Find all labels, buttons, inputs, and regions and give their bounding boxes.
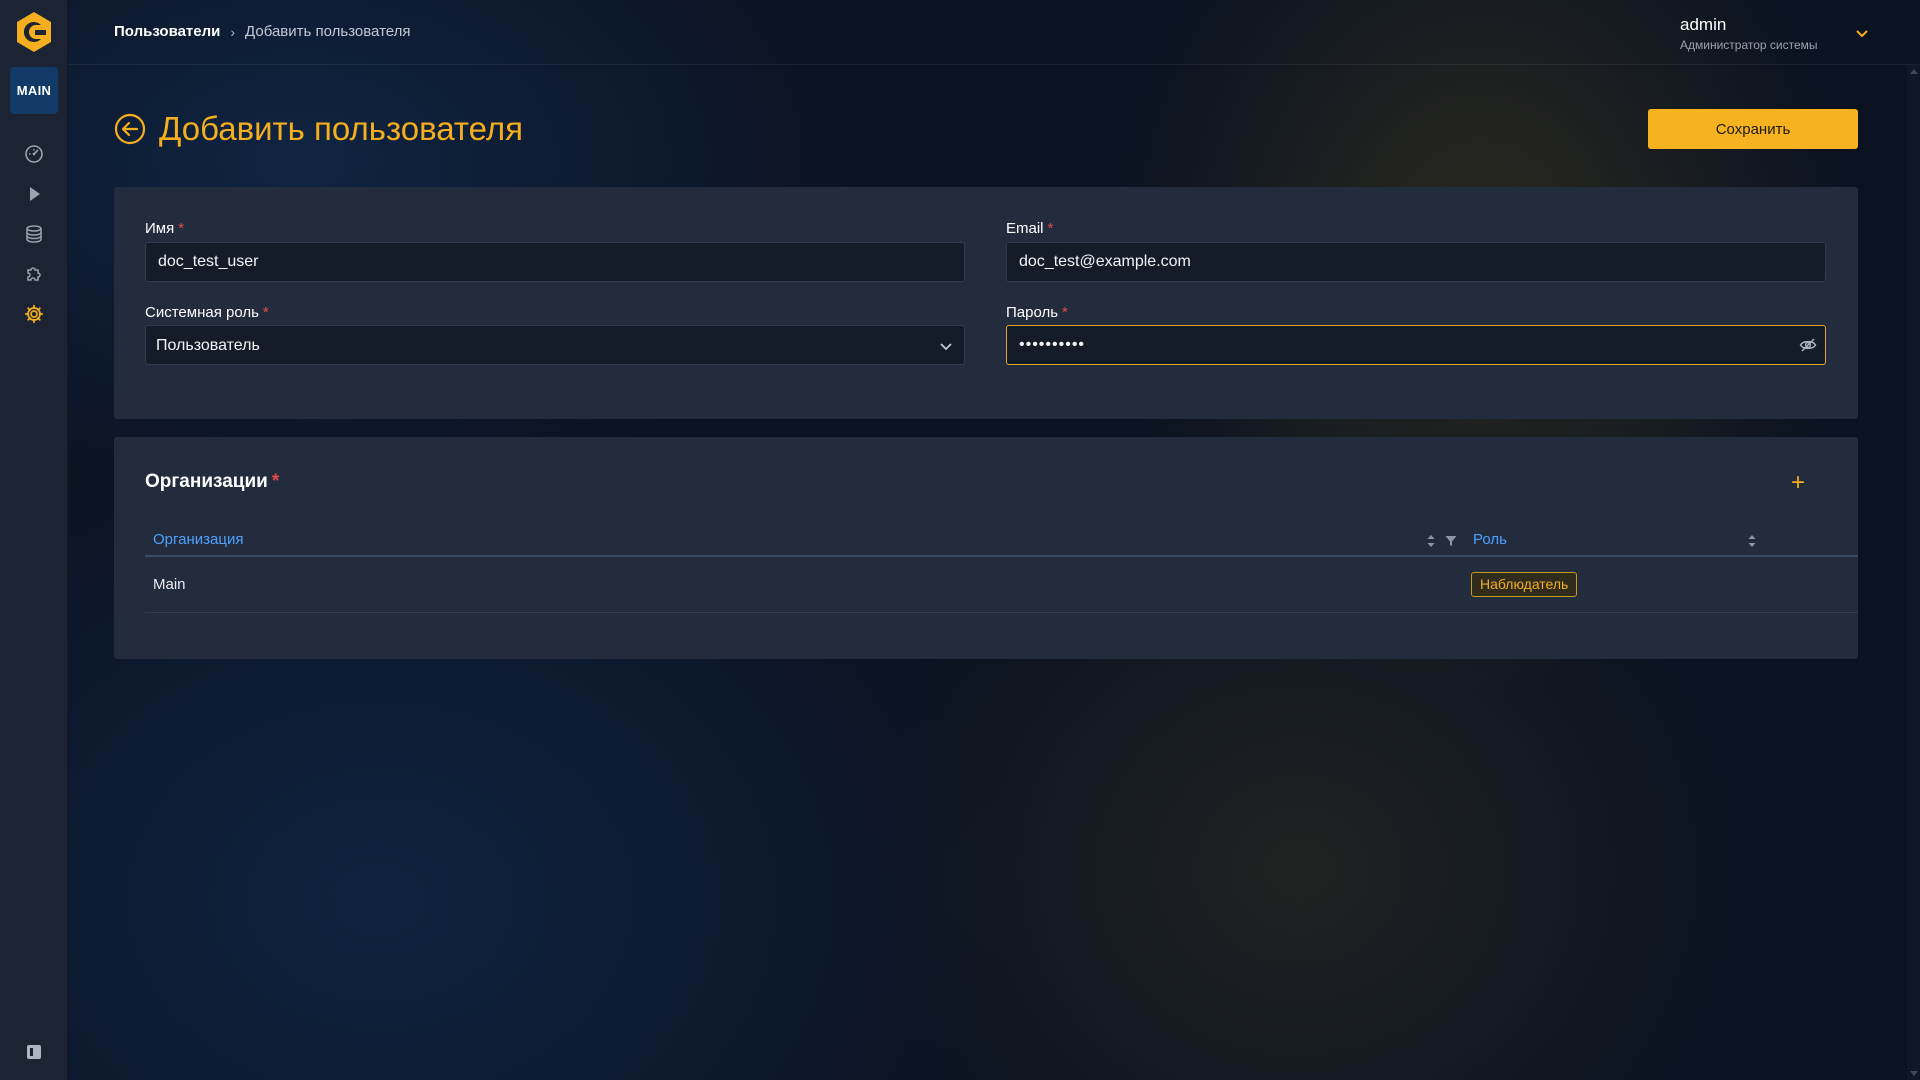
required-mark: * xyxy=(178,220,185,237)
sort-icon[interactable] xyxy=(1426,533,1436,549)
organizations-table: Организация Роль Main Наблюдатель xyxy=(145,523,1858,613)
system-role-label: Системная роль * xyxy=(145,304,269,321)
page-title: Добавить пользователя xyxy=(159,110,523,147)
play-icon[interactable] xyxy=(22,182,46,206)
column-header-role[interactable]: Роль xyxy=(1473,531,1507,548)
database-icon[interactable] xyxy=(22,222,46,246)
breadcrumb-current: Добавить пользователя xyxy=(245,23,411,40)
back-arrow-icon[interactable] xyxy=(114,113,146,145)
breadcrumb-users-link[interactable]: Пользователи xyxy=(114,23,220,40)
system-role-value: Пользователь xyxy=(156,337,260,354)
user-role: Администратор системы xyxy=(1680,38,1818,52)
organization-cell: Main xyxy=(153,576,186,593)
email-input[interactable] xyxy=(1006,242,1826,282)
name-label: Имя * xyxy=(145,220,184,237)
password-label: Пароль * xyxy=(1006,304,1068,321)
gear-icon[interactable] xyxy=(22,302,46,326)
column-header-organization[interactable]: Организация xyxy=(153,531,243,548)
scroll-up-icon[interactable] xyxy=(1910,69,1918,74)
user-form-card: Имя* Email* Системная роль* Пользователь… xyxy=(114,187,1858,419)
add-organization-button[interactable]: + xyxy=(1788,471,1808,495)
table-header: Организация Роль xyxy=(145,523,1858,557)
role-badge[interactable]: Наблюдатель xyxy=(1471,572,1578,597)
system-role-select[interactable]: Пользователь xyxy=(145,325,965,365)
required-mark: * xyxy=(1047,220,1054,237)
email-label-text: Email xyxy=(1006,220,1044,237)
app-logo-icon[interactable] xyxy=(12,10,56,54)
name-input[interactable] xyxy=(145,242,965,282)
workspace-badge[interactable]: MAIN xyxy=(10,67,58,114)
required-mark: * xyxy=(271,471,280,492)
scroll-down-icon[interactable] xyxy=(1910,1071,1918,1076)
dashboard-icon[interactable] xyxy=(22,142,46,166)
email-label: Email * xyxy=(1006,220,1053,237)
user-menu[interactable]: admin Администратор системы xyxy=(1680,15,1870,55)
eye-off-icon[interactable] xyxy=(1799,336,1817,354)
name-label-text: Имя xyxy=(145,220,175,237)
chevron-down-icon[interactable] xyxy=(938,338,954,354)
puzzle-icon[interactable] xyxy=(22,262,46,286)
organizations-title-text: Организации xyxy=(145,471,268,492)
breadcrumb: Пользователи › Добавить пользователя xyxy=(114,23,411,40)
password-input[interactable] xyxy=(1007,326,1785,364)
password-label-text: Пароль xyxy=(1006,304,1059,321)
required-mark: * xyxy=(262,304,269,321)
top-bar: Пользователи › Добавить пользователя adm… xyxy=(68,0,1920,65)
page-scrollbar[interactable] xyxy=(1907,65,1920,1080)
organizations-title: Организации * xyxy=(145,471,279,493)
filter-icon[interactable] xyxy=(1445,535,1457,547)
sort-icon[interactable] xyxy=(1747,533,1757,549)
organizations-card: Организации * + Организация Роль Main Наб… xyxy=(114,437,1858,659)
system-role-label-text: Системная роль xyxy=(145,304,259,321)
sidebar: MAIN xyxy=(0,0,68,1080)
chevron-down-icon[interactable] xyxy=(1854,25,1870,41)
save-button[interactable]: Сохранить xyxy=(1648,109,1858,149)
user-name: admin xyxy=(1680,15,1727,34)
sidebar-collapse-icon[interactable] xyxy=(27,1045,41,1059)
required-mark: * xyxy=(1062,304,1068,321)
table-row[interactable]: Main Наблюдатель xyxy=(145,557,1858,613)
breadcrumb-separator-icon: › xyxy=(230,23,236,40)
password-field[interactable] xyxy=(1006,325,1826,365)
